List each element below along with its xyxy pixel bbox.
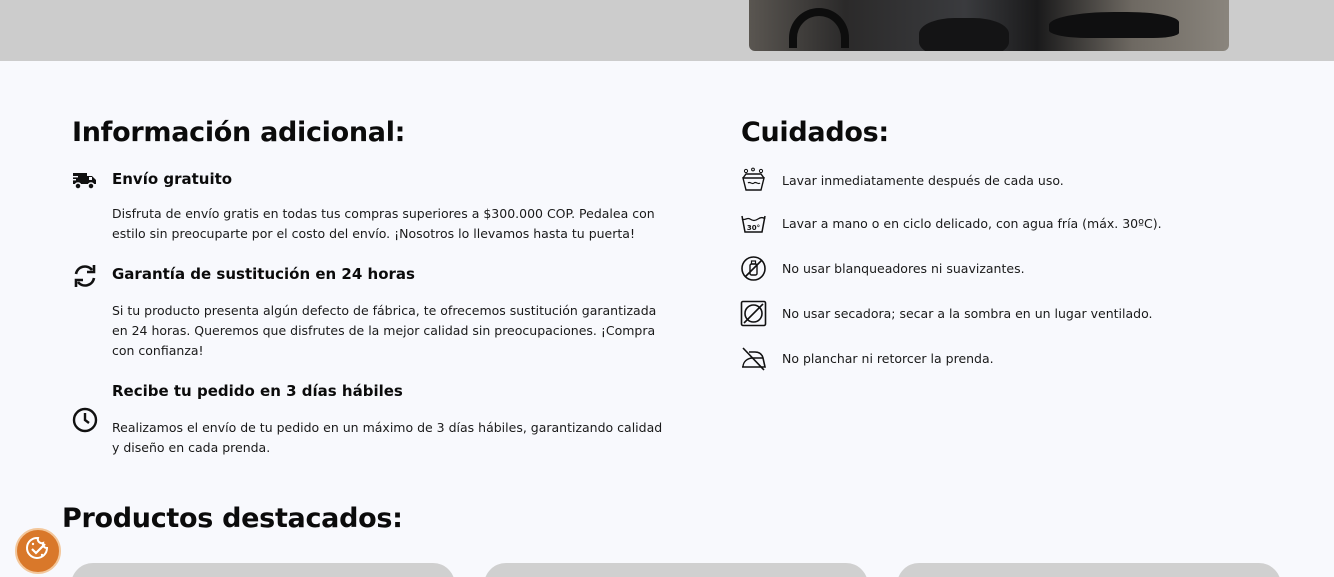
care-item-text: No usar blanqueadores ni suavizantes.: [782, 261, 1025, 276]
cookie-check-icon: [23, 534, 53, 568]
hero-section-bottom: [0, 0, 1334, 61]
no-bleach-icon: [740, 255, 767, 282]
care-item: Lavar inmediatamente después de cada uso…: [740, 167, 1300, 197]
info-item-text: Realizamos el envío de tu pedido en un m…: [112, 420, 663, 455]
info-item-delivery: Recibe tu pedido en 3 días hábiles Reali…: [72, 382, 672, 462]
info-item-guarantee: Garantía de sustitución en 24 horas Si t…: [72, 265, 672, 365]
truck-icon: [72, 170, 98, 196]
care-item-text: No usar secadora; secar a la sombra en u…: [782, 306, 1153, 321]
care-item-text: No planchar ni retorcer la prenda.: [782, 351, 994, 366]
info-item-title: Recibe tu pedido en 3 días hábiles: [112, 382, 403, 400]
product-card[interactable]: [897, 563, 1281, 577]
wash-30-icon: 30°: [740, 210, 767, 237]
cookie-consent-button[interactable]: [15, 528, 61, 574]
info-item-title: Garantía de sustitución en 24 horas: [112, 265, 415, 283]
info-item-text: Si tu producto presenta algún defecto de…: [112, 303, 657, 358]
no-iron-icon: [740, 345, 767, 372]
info-item-title: Envío gratuito: [112, 170, 233, 188]
care-item-text: Lavar a mano o en ciclo delicado, con ag…: [782, 216, 1162, 231]
hero-image: [749, 0, 1229, 51]
featured-section-title: Productos destacados:: [62, 503, 403, 534]
info-item-free-shipping: Envío gratuito Disfruta de envío gratis …: [72, 170, 672, 250]
care-item: No planchar ni retorcer la prenda.: [740, 345, 1300, 375]
clock-icon: [72, 407, 98, 433]
care-section-title: Cuidados:: [741, 117, 889, 148]
featured-products: [0, 563, 1334, 577]
product-card[interactable]: [484, 563, 868, 577]
product-card[interactable]: [71, 563, 455, 577]
wash-temp-label: 30°: [747, 224, 760, 232]
info-section-title: Información adicional:: [72, 117, 406, 148]
refresh-icon: [72, 263, 98, 289]
care-item-text: Lavar inmediatamente después de cada uso…: [782, 173, 1064, 188]
wash-after-use-icon: [740, 167, 767, 194]
care-item: 30° Lavar a mano o en ciclo delicado, co…: [740, 210, 1300, 240]
no-tumble-dry-icon: [740, 300, 767, 327]
info-item-text: Disfruta de envío gratis en todas tus co…: [112, 206, 655, 241]
care-item: No usar secadora; secar a la sombra en u…: [740, 300, 1300, 330]
care-item: No usar blanqueadores ni suavizantes.: [740, 255, 1300, 285]
